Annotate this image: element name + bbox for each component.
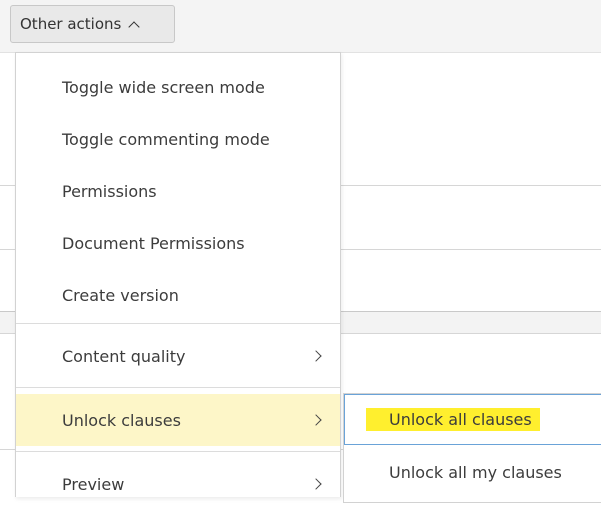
other-actions-menu: Toggle wide screen mode Toggle commentin… xyxy=(15,52,341,497)
submenu-item-unlock-all-clauses[interactable]: Unlock all clauses xyxy=(344,394,601,445)
menu-item-label: Document Permissions xyxy=(62,233,245,253)
toolbar: Other actions xyxy=(0,0,601,53)
unlock-clauses-submenu: Unlock all clauses Unlock all my clauses xyxy=(343,393,601,503)
menu-item-label: Permissions xyxy=(62,181,157,201)
menu-separator xyxy=(16,323,340,324)
other-actions-button[interactable]: Other actions xyxy=(10,5,175,43)
menu-separator xyxy=(16,387,340,388)
menu-item-unlock-clauses[interactable]: Unlock clauses xyxy=(16,394,340,446)
submenu-item-label: Unlock all clauses xyxy=(366,408,540,431)
menu-item-create-version[interactable]: Create version xyxy=(16,269,340,321)
chevron-right-icon xyxy=(310,350,322,362)
chevron-up-icon xyxy=(128,20,141,33)
menu-item-permissions[interactable]: Permissions xyxy=(16,165,340,217)
chevron-right-icon xyxy=(310,478,322,490)
submenu-item-label: Unlock all my clauses xyxy=(389,462,562,482)
chevron-right-icon xyxy=(310,414,322,426)
menu-item-document-permissions[interactable]: Document Permissions xyxy=(16,217,340,269)
menu-separator xyxy=(16,451,340,452)
menu-item-label: Preview xyxy=(62,474,125,494)
menu-item-toggle-commenting[interactable]: Toggle commenting mode xyxy=(16,113,340,165)
menu-item-preview[interactable]: Preview xyxy=(16,458,340,510)
other-actions-label: Other actions xyxy=(20,15,122,33)
menu-item-label: Unlock clauses xyxy=(62,410,181,430)
menu-item-content-quality[interactable]: Content quality xyxy=(16,330,340,382)
menu-item-label: Toggle commenting mode xyxy=(62,129,270,149)
menu-item-toggle-wide-screen[interactable]: Toggle wide screen mode xyxy=(16,61,340,113)
menu-item-label: Toggle wide screen mode xyxy=(62,77,265,97)
menu-item-label: Create version xyxy=(62,285,179,305)
menu-item-label: Content quality xyxy=(62,346,186,366)
submenu-item-unlock-all-my-clauses[interactable]: Unlock all my clauses xyxy=(344,446,601,498)
